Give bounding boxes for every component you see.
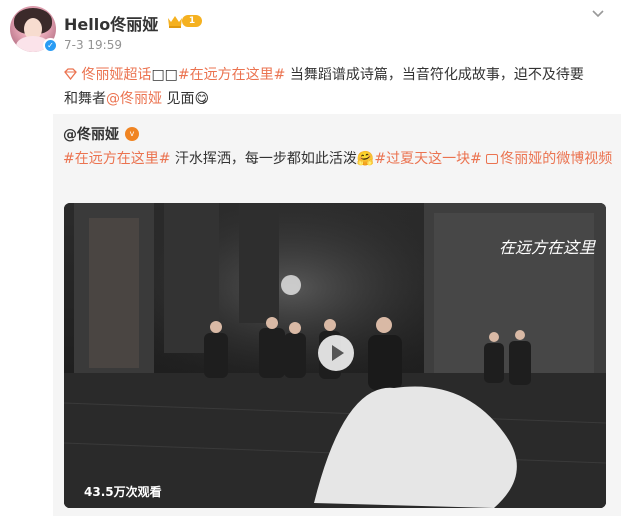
- emoji: 😋: [194, 91, 210, 107]
- repost-username[interactable]: @佟丽娅: [63, 124, 119, 144]
- chevron-down-icon[interactable]: [590, 6, 606, 22]
- diamond-icon: [64, 67, 81, 83]
- level-number: 1: [182, 15, 202, 27]
- timestamp[interactable]: 7-3 19:59: [64, 38, 122, 52]
- repost-hashtag-1[interactable]: #在远方在这里#: [63, 151, 170, 167]
- username[interactable]: Hello佟丽娅: [64, 11, 158, 35]
- orange-v-badge: v: [125, 127, 139, 141]
- verified-icon: ✓: [43, 38, 58, 53]
- video-player[interactable]: 在远方在这里 43.5万次观看: [64, 203, 606, 508]
- video-link[interactable]: 佟丽娅的微博视频: [486, 151, 612, 167]
- repost-text: #在远方在这里# 汗水挥洒，每一步都如此活泼🤗#过夏天这一块# 佟丽娅的微博视频: [63, 149, 613, 169]
- mention-link[interactable]: @佟丽娅: [106, 91, 162, 107]
- boxes-text: □□: [151, 67, 178, 83]
- crown-level-badge[interactable]: 1: [166, 13, 204, 29]
- repost-emoji: 🤗: [356, 151, 375, 167]
- repost-text-1: 汗水挥洒，每一步都如此活泼: [170, 151, 357, 167]
- supertopic-link[interactable]: 佟丽娅超话: [81, 67, 151, 83]
- post-header: ✓ Hello佟丽娅 1 7-3 19:59: [10, 6, 611, 56]
- post-text: 佟丽娅超话□□#在远方在这里# 当舞蹈谱成诗篇，当音符化成故事，迫不及待要 和舞…: [64, 63, 609, 111]
- hashtag-link[interactable]: #在远方在这里#: [178, 67, 285, 83]
- repost-card[interactable]: @佟丽娅 v #在远方在这里# 汗水挥洒，每一步都如此活泼🤗#过夏天这一块# 佟…: [53, 114, 621, 516]
- svg-text:在远方在这里: 在远方在这里: [499, 238, 596, 257]
- post-text-line2-start: 和舞者: [64, 91, 106, 107]
- video-link-icon: [486, 154, 499, 164]
- post-text-line1: 当舞蹈谱成诗篇，当音符化成故事，迫不及待要: [285, 67, 584, 83]
- view-count: 43.5万次观看: [84, 485, 162, 499]
- video-link-label: 佟丽娅的微博视频: [500, 151, 613, 167]
- play-icon[interactable]: [318, 335, 354, 371]
- repost-hashtag-2[interactable]: #过夏天这一块#: [374, 151, 481, 167]
- post-text-line2-end: 见面: [162, 91, 195, 107]
